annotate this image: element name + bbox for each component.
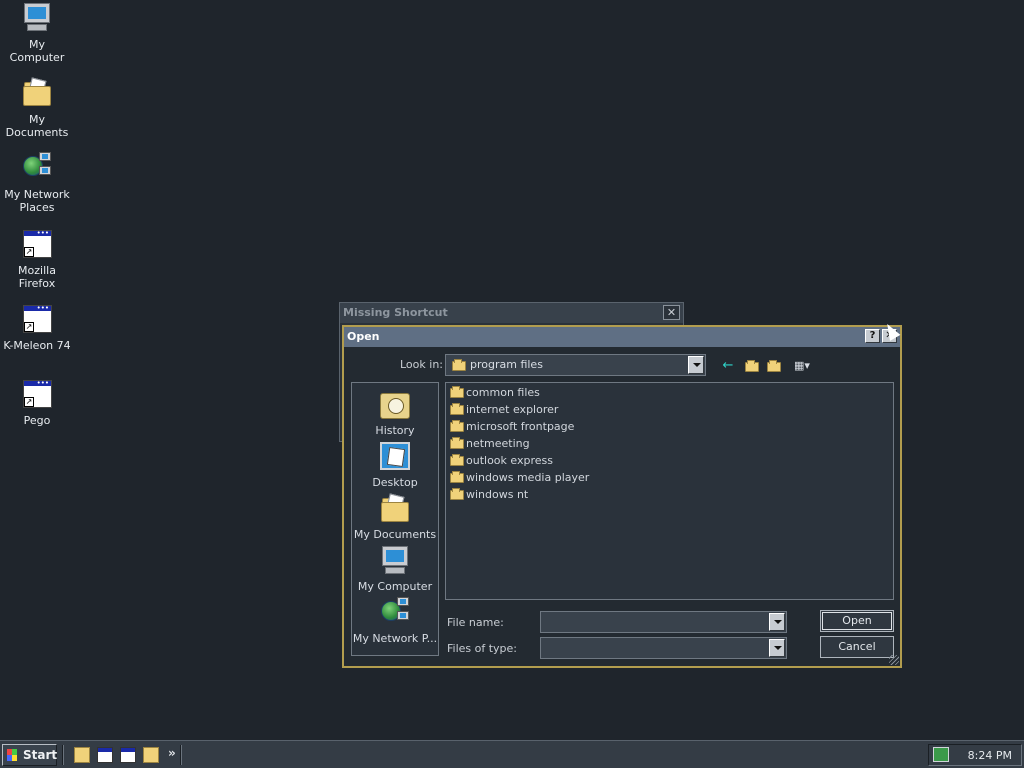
places-bar: History Desktop My Documents My Computer… (351, 382, 439, 656)
list-item[interactable]: outlook express (448, 453, 748, 469)
folder-icon (452, 359, 466, 371)
folder-icon (450, 437, 464, 449)
desktop-icon-label: My Computer (9, 38, 65, 64)
taskbar-separator (180, 745, 182, 765)
place-desktop[interactable]: Desktop (352, 441, 438, 489)
folder-icon (450, 488, 464, 500)
desktop-icon (379, 441, 411, 473)
start-label: Start (23, 748, 58, 762)
start-button[interactable]: Start (2, 744, 57, 766)
network-places-icon (21, 152, 53, 184)
files-of-type-dropdown[interactable] (540, 637, 787, 659)
dialog-title-bar: Open ? ✕ (344, 327, 900, 347)
taskbar-separator (62, 745, 64, 765)
desktop-icon-label: My Network Places (4, 188, 70, 214)
quicklaunch-history-icon[interactable] (74, 747, 90, 763)
quicklaunch-app-icon[interactable] (120, 747, 136, 763)
chevron-down-icon[interactable] (688, 356, 704, 374)
cancel-button[interactable]: Cancel (820, 636, 894, 658)
quicklaunch-browser-icon[interactable] (97, 747, 113, 763)
quicklaunch-search-icon[interactable] (143, 747, 159, 763)
look-in-value: program files (470, 358, 543, 371)
look-in-dropdown[interactable]: program files (445, 354, 706, 376)
my-computer-icon (379, 545, 411, 577)
desktop-icon-label: My Documents (5, 113, 69, 139)
folder-name: netmeeting (466, 437, 530, 450)
file-list[interactable]: common files internet explorer microsoft… (445, 382, 894, 600)
shortcut-app-icon: ••• ↗ (21, 228, 53, 260)
folder-name: windows media player (466, 471, 590, 484)
list-item[interactable]: netmeeting (448, 436, 748, 452)
place-label: My Computer (357, 580, 433, 593)
desktop-icon-label: Mozilla Firefox (18, 264, 56, 290)
chevron-down-icon[interactable] (769, 639, 785, 657)
folder-icon (450, 454, 464, 466)
place-my-documents[interactable]: My Documents (352, 493, 438, 541)
place-label: History (375, 424, 415, 437)
windows-logo-icon (7, 749, 17, 761)
folder-name: microsoft frontpage (466, 420, 575, 433)
list-item[interactable]: common files (448, 385, 748, 401)
desktop-icon-label: Pego (23, 414, 51, 427)
desktop-icon-k-meleon[interactable]: ••• ↗ K-Meleon 74 (0, 303, 74, 353)
folder-icon (450, 471, 464, 483)
place-history[interactable]: History (352, 389, 438, 437)
file-name-field[interactable] (540, 611, 787, 633)
desktop-icon-my-documents[interactable]: My Documents (0, 77, 74, 139)
open-button[interactable]: Open (820, 610, 894, 632)
window-title: Missing Shortcut (340, 303, 683, 323)
place-label: Desktop (372, 476, 418, 489)
my-documents-icon (379, 493, 411, 525)
history-icon (379, 389, 411, 421)
folder-name: common files (466, 386, 540, 399)
clock[interactable]: 8:24 PM (968, 749, 1012, 762)
list-item[interactable]: windows nt (448, 487, 748, 503)
place-my-network-places[interactable]: My Network P... (352, 597, 438, 645)
view-menu-icon[interactable]: ▦▾ (788, 357, 816, 375)
folder-name: outlook express (466, 454, 553, 467)
place-my-computer[interactable]: My Computer (352, 545, 438, 593)
place-label: My Network P... (352, 632, 438, 645)
help-button[interactable]: ? (865, 329, 880, 343)
list-item[interactable]: windows media player (448, 470, 748, 486)
folder-icon (450, 403, 464, 415)
network-places-icon (379, 597, 411, 629)
desktop-icon-label: K-Meleon 74 (3, 339, 71, 352)
look-in-label: Look in: (400, 358, 443, 371)
my-computer-icon (21, 2, 53, 34)
new-folder-icon[interactable] (764, 357, 784, 375)
quicklaunch-more-icon[interactable]: » (168, 746, 176, 760)
list-item[interactable]: internet explorer (448, 402, 748, 418)
folder-name: windows nt (466, 488, 529, 501)
taskbar: Start » 8:24 PM (0, 740, 1024, 768)
desktop-icon-network-places[interactable]: My Network Places (0, 152, 74, 214)
resize-grip[interactable] (889, 655, 899, 665)
list-item[interactable]: microsoft frontpage (448, 419, 748, 435)
shortcut-app-icon: ••• ↗ (21, 303, 53, 335)
folder-icon (450, 386, 464, 398)
folder-icon (450, 420, 464, 432)
back-icon[interactable]: ← (718, 357, 738, 375)
up-one-level-icon[interactable] (742, 357, 762, 375)
network-status-icon[interactable] (933, 747, 949, 762)
desktop-icon-pego[interactable]: ••• ↗ Pego (0, 378, 74, 427)
place-label: My Documents (353, 528, 437, 541)
dialog-title: Open (347, 330, 380, 343)
chevron-down-icon[interactable] (769, 613, 785, 631)
desktop-icon-mozilla-firefox[interactable]: ••• ↗ Mozilla Firefox (0, 228, 74, 291)
my-documents-icon (21, 77, 53, 109)
system-tray: 8:24 PM (928, 744, 1022, 766)
file-name-label: File name: (447, 616, 504, 629)
close-button[interactable]: ✕ (663, 305, 680, 320)
files-of-type-label: Files of type: (447, 642, 518, 655)
open-dialog: Open ? ✕ Look in: program files ← ▦▾ His… (342, 325, 902, 668)
shortcut-app-icon: ••• ↗ (21, 378, 53, 410)
desktop-icon-my-computer[interactable]: My Computer (0, 2, 74, 64)
folder-name: internet explorer (466, 403, 559, 416)
